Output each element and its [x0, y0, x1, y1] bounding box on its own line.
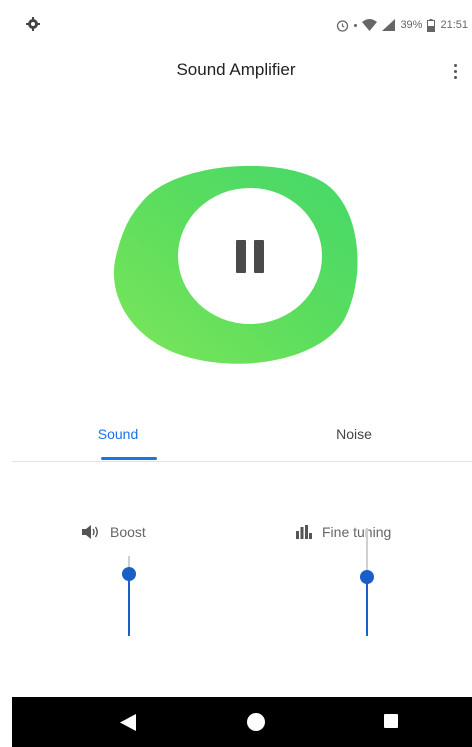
- status-dot: [354, 23, 358, 27]
- fine-tuning-slider-thumb[interactable]: [360, 569, 374, 584]
- fine-tuning-slider-fill: [366, 576, 368, 636]
- back-icon[interactable]: [120, 714, 136, 731]
- wifi-icon: [362, 19, 378, 31]
- alarm-icon: [337, 19, 349, 32]
- boost-label: Boost: [82, 524, 146, 540]
- fine-tuning-label-text: Fine tuning: [322, 524, 392, 540]
- more-vert-icon: [453, 63, 457, 67]
- home-icon[interactable]: [247, 713, 265, 731]
- pause-button[interactable]: [178, 188, 322, 324]
- pause-icon: [236, 239, 264, 273]
- tab-sound[interactable]: Sound: [0, 410, 236, 464]
- settings-gear-icon: [26, 17, 40, 31]
- boost-slider-thumb[interactable]: [122, 566, 136, 581]
- navigation-bar: [12, 697, 472, 747]
- fine-tuning-label: Fine tuning: [296, 524, 391, 540]
- recents-icon[interactable]: [384, 714, 398, 728]
- tab-bar: Sound Noise: [0, 410, 472, 464]
- tab-indicator: [101, 457, 157, 460]
- battery-icon: [427, 18, 436, 32]
- app-title: Sound Amplifier: [176, 60, 296, 79]
- volume-icon: [82, 525, 98, 539]
- battery-percent: 39%: [400, 19, 423, 31]
- tab-noise[interactable]: Noise: [236, 410, 472, 464]
- more-options-button[interactable]: [448, 58, 462, 84]
- status-bar: 39% 21:51: [0, 0, 472, 50]
- status-time: 21:51: [440, 19, 468, 31]
- signal-icon: [382, 19, 396, 31]
- boost-slider-fill: [128, 573, 130, 636]
- boost-label-text: Boost: [110, 524, 146, 540]
- equalizer-icon: [296, 525, 312, 539]
- tab-divider: [12, 461, 472, 462]
